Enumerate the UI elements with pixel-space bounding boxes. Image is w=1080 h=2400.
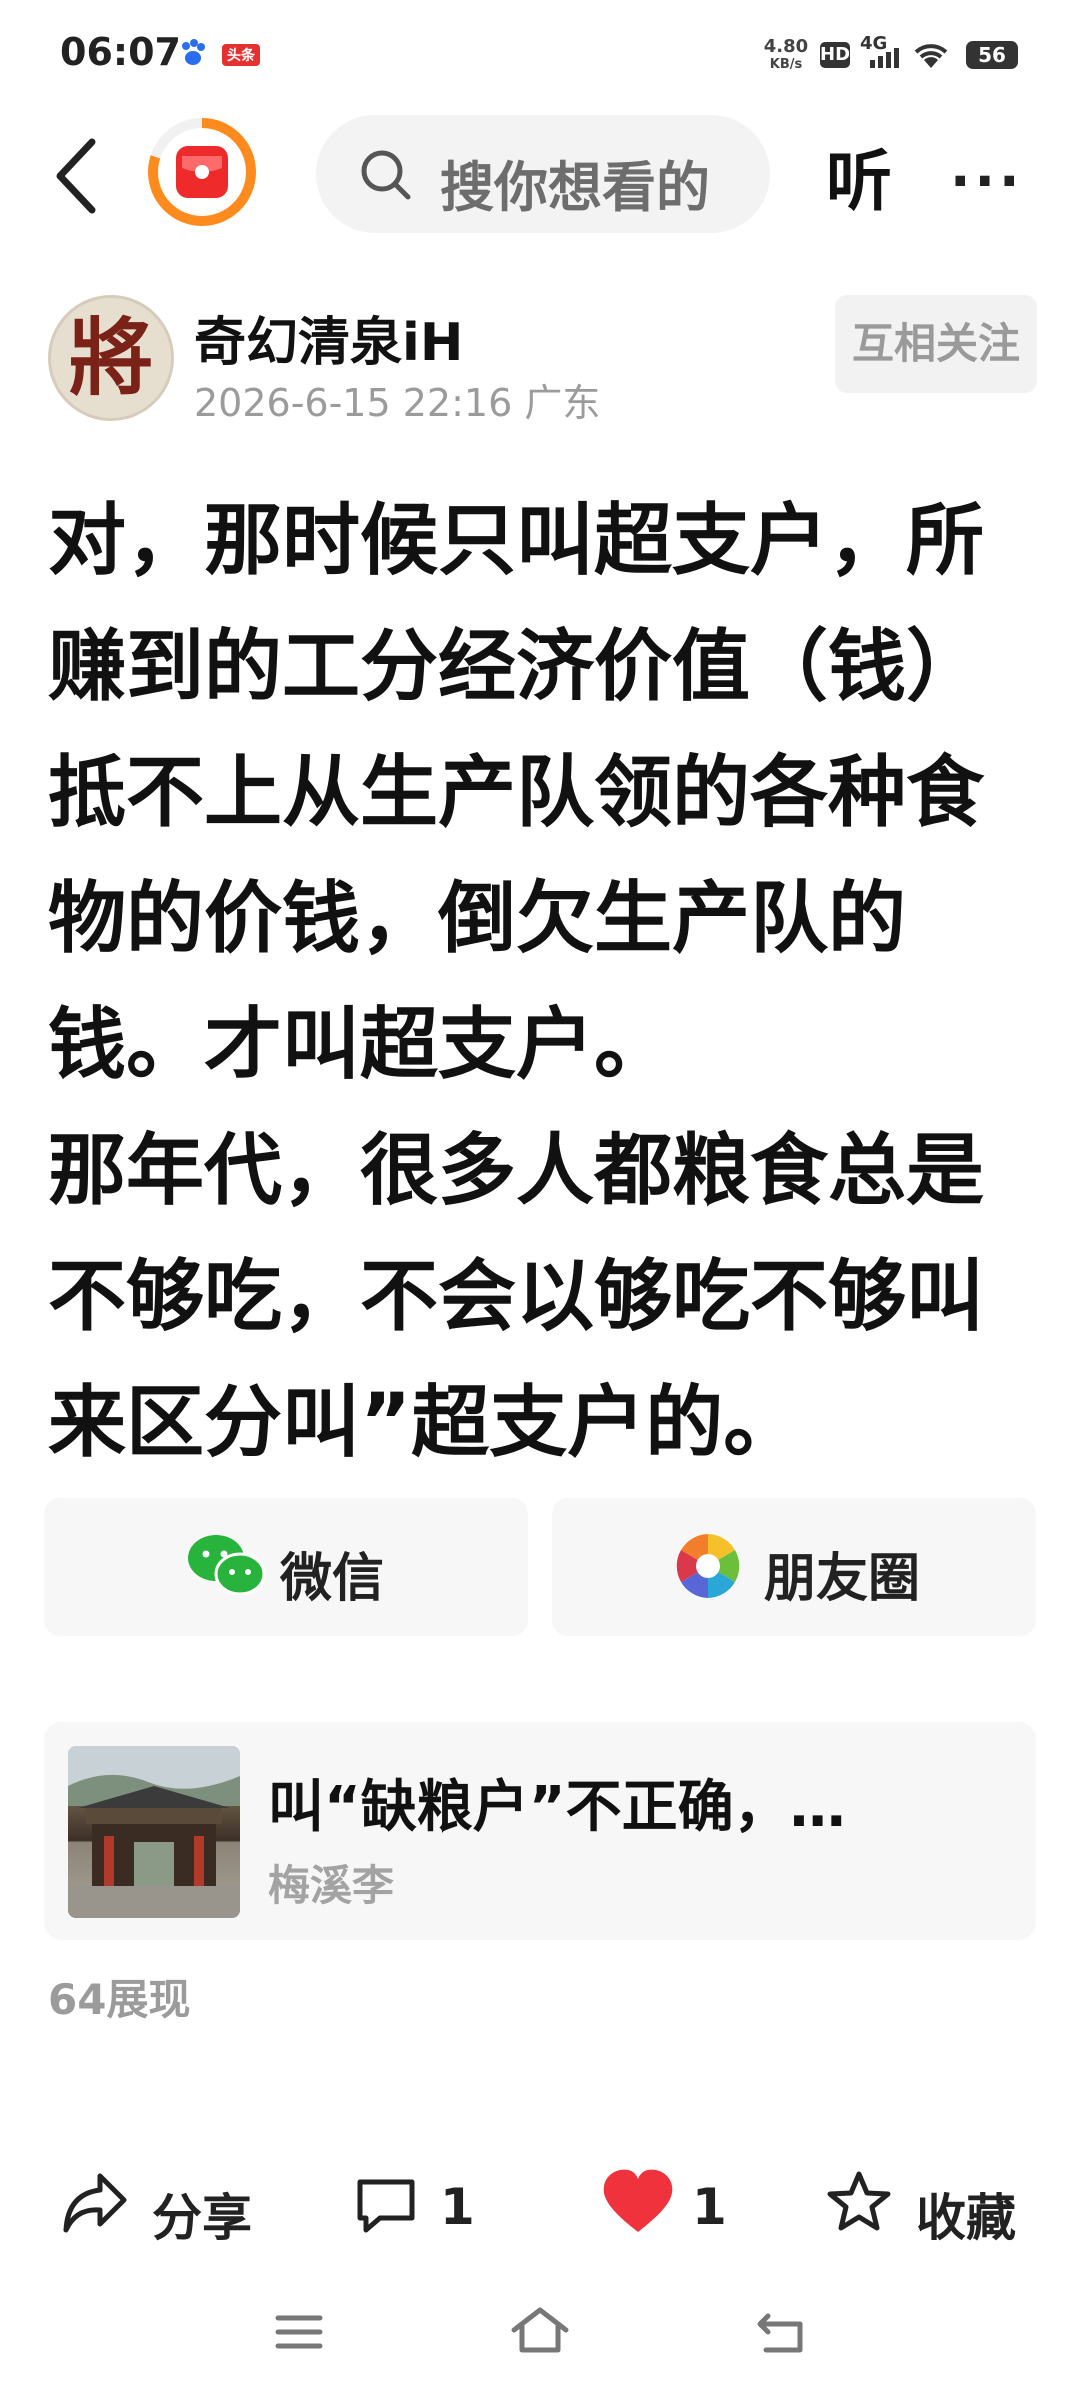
menu-icon[interactable] <box>274 2312 324 2356</box>
avatar[interactable]: 將 <box>48 295 174 421</box>
search-input[interactable]: 搜你想看的 <box>316 115 770 233</box>
moments-label: 朋友圈 <box>764 1549 921 1609</box>
network-rate: 4.80 KB/s <box>763 36 809 73</box>
moments-icon <box>674 1532 742 1604</box>
share-moments-button[interactable]: 朋友圈 <box>552 1498 1036 1636</box>
news-app-badge: 头条 <box>222 44 260 66</box>
wechat-label: 微信 <box>280 1549 385 1609</box>
avatar-glyph: 將 <box>68 308 153 407</box>
status-time: 06:07 <box>60 30 181 74</box>
wechat-icon <box>184 1530 268 1606</box>
post-paragraph: 对，那时候只叫超支户，所赚到的工分经济价值（钱）抵不上从生产队领的各种食物的价钱… <box>48 496 985 1090</box>
view-count: 64展现 <box>48 1975 191 2024</box>
battery-indicator: 56 <box>966 41 1018 69</box>
wifi-icon <box>910 38 952 74</box>
paw-icon <box>178 38 208 72</box>
post-paragraph: 那年代，很多人都粮食总是不够吃，不会以够吃不够叫来区分叫”超支户的。 <box>48 1126 985 1468</box>
post-date-location: 2026-6-15 22:16 广东 <box>194 381 601 425</box>
hd-icon: HD <box>820 42 850 68</box>
related-article-card[interactable]: 叫“缺粮户”不正确，… 梅溪李 <box>44 1722 1036 1940</box>
author-name[interactable]: 奇幻清泉iH <box>194 300 463 375</box>
comment-icon[interactable] <box>354 2176 418 2238</box>
back-nav-icon[interactable] <box>756 2312 806 2358</box>
app-reward-badge[interactable] <box>148 118 256 226</box>
star-icon[interactable] <box>826 2170 892 2238</box>
back-button[interactable] <box>52 136 100 216</box>
toutiao-logo-icon <box>176 146 228 198</box>
follow-button[interactable]: 互相关注 <box>835 295 1037 393</box>
share-action-label[interactable]: 分享 <box>152 2178 252 2250</box>
comment-count[interactable]: 1 <box>440 2178 475 2236</box>
home-icon[interactable] <box>510 2306 570 2358</box>
like-count[interactable]: 1 <box>692 2178 727 2236</box>
related-author: 梅溪李 <box>268 1861 395 1910</box>
favorite-label[interactable]: 收藏 <box>916 2178 1016 2250</box>
share-wechat-button[interactable]: 微信 <box>44 1498 528 1636</box>
post-body: 对，那时候只叫超支户，所赚到的工分经济价值（钱）抵不上从生产队领的各种食物的价钱… <box>48 478 1038 1486</box>
listen-button[interactable]: 听 <box>826 128 892 224</box>
related-title: 叫“缺粮户”不正确，… <box>268 1775 846 1840</box>
search-placeholder: 搜你想看的 <box>440 156 710 219</box>
related-thumbnail <box>68 1746 240 1918</box>
signal-4g: 4G <box>860 35 899 68</box>
more-button[interactable]: ··· <box>950 150 1024 213</box>
share-icon[interactable] <box>60 2170 130 2240</box>
like-heart-icon[interactable] <box>600 2166 676 2240</box>
search-icon <box>356 145 416 209</box>
